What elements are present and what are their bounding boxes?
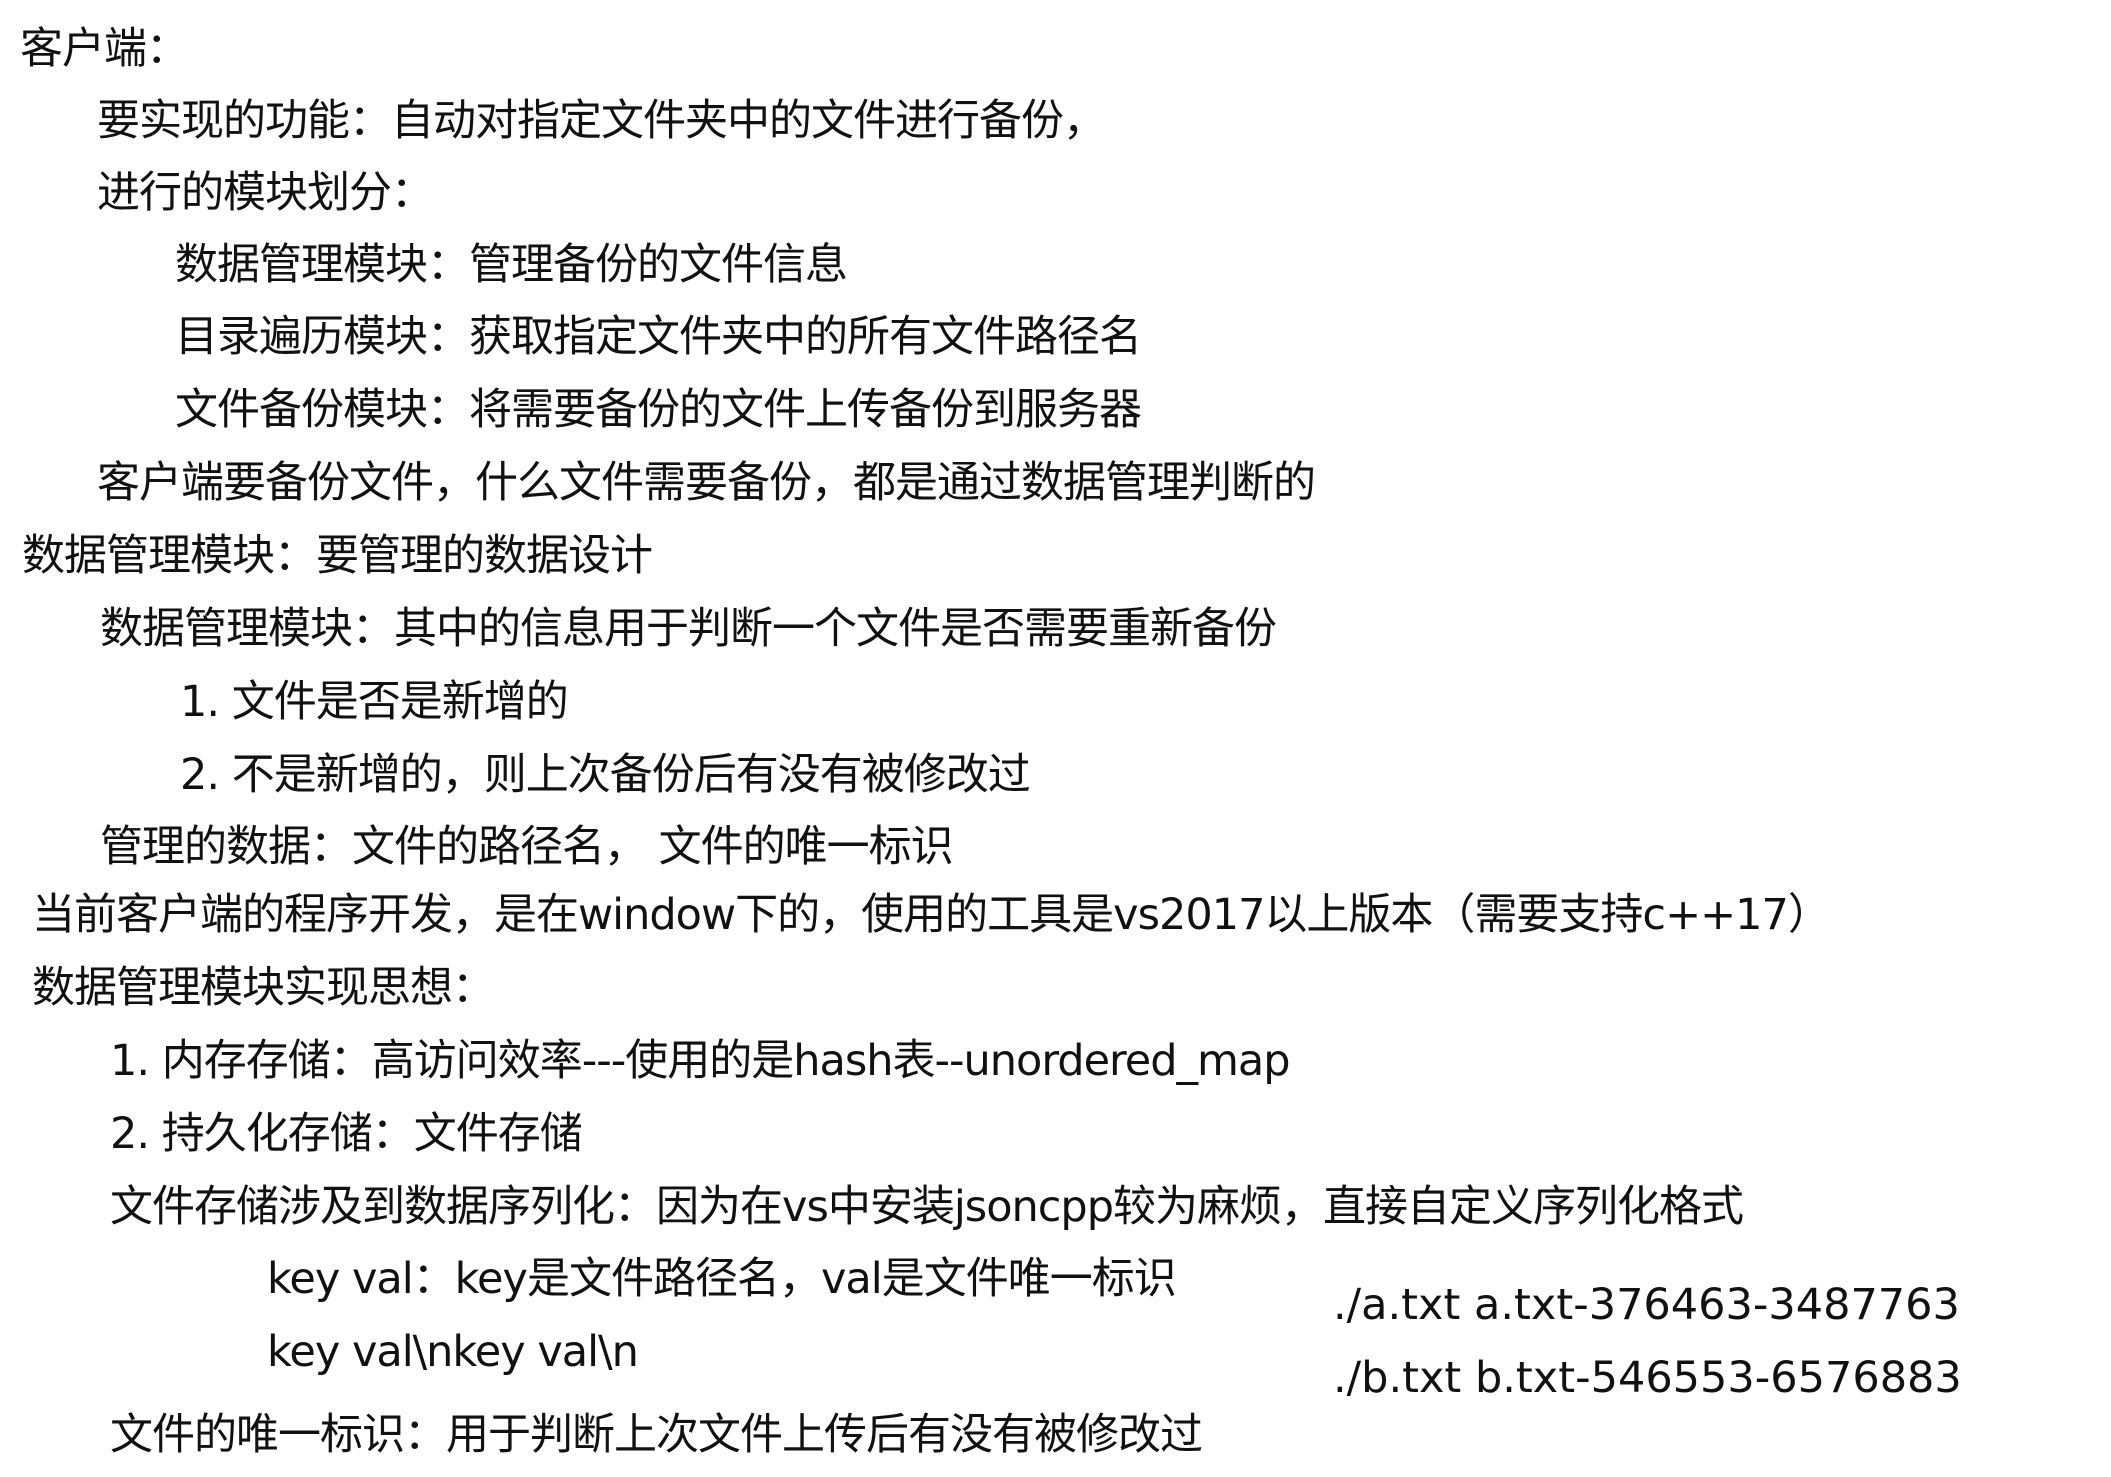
text-dir-module: 目录遍历模块：获取指定文件夹中的所有文件路径名 bbox=[175, 312, 1142, 362]
heading-client: 客户端： bbox=[20, 24, 189, 74]
text-backup-module: 文件备份模块：将需要备份的文件上传备份到服务器 bbox=[175, 385, 1142, 435]
text-module-division: 进行的模块划分： bbox=[97, 168, 434, 218]
list-item-persistent-storage: 2. 持久化存储：文件存储 bbox=[110, 1109, 583, 1159]
text-key-val: key val：key是文件路径名，val是文件唯一标识 bbox=[267, 1254, 1177, 1304]
text-serialization: 文件存储涉及到数据序列化：因为在vs中安装jsoncpp较为麻烦，直接自定义序列… bbox=[110, 1182, 1744, 1232]
text-client-function: 要实现的功能：自动对指定文件夹中的文件进行备份， bbox=[97, 96, 1106, 146]
list-item-new-file: 1. 文件是否是新增的 bbox=[180, 677, 569, 727]
text-client-judgement: 客户端要备份文件，什么文件需要备份，都是通过数据管理判断的 bbox=[97, 458, 1316, 508]
example-row-b: ./b.txt b.txt-546553-6576883 bbox=[1333, 1353, 1962, 1403]
heading-data-design: 数据管理模块：要管理的数据设计 bbox=[22, 531, 653, 581]
text-unique-id: 文件的唯一标识：用于判断上次文件上传后有没有被修改过 bbox=[110, 1410, 1203, 1460]
text-key-val-format: key val\nkey val\n bbox=[267, 1327, 639, 1377]
heading-impl-idea: 数据管理模块实现思想： bbox=[32, 963, 495, 1013]
list-item-memory-storage: 1. 内存存储：高访问效率---使用的是hash表--unordered_map bbox=[110, 1036, 1291, 1086]
list-item-modified: 2. 不是新增的，则上次备份后有没有被修改过 bbox=[180, 750, 1031, 800]
text-managed-data: 管理的数据：文件的路径名， 文件的唯一标识 bbox=[100, 822, 954, 872]
text-dev-environment: 当前客户端的程序开发，是在window下的，使用的工具是vs2017以上版本（需… bbox=[32, 890, 1831, 940]
text-data-module: 数据管理模块：管理备份的文件信息 bbox=[175, 240, 848, 290]
text-data-info: 数据管理模块：其中的信息用于判断一个文件是否需要重新备份 bbox=[100, 604, 1277, 654]
example-row-a: ./a.txt a.txt-376463-3487763 bbox=[1333, 1280, 1960, 1330]
